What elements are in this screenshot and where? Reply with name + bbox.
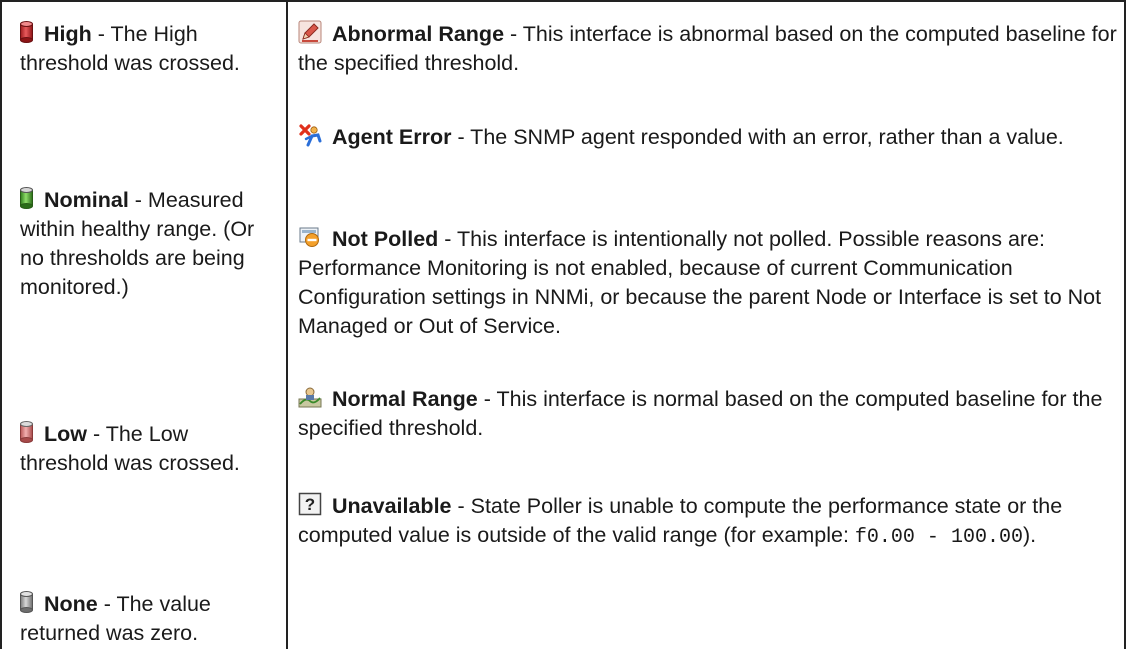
normal-range-icon — [298, 387, 322, 408]
table-top-border — [0, 0, 1126, 2]
agent-error-term: Agent Error — [332, 125, 452, 149]
legend-item-agent-error: Agent Error - The SNMP agent responded w… — [298, 123, 1118, 152]
agent-error-icon — [299, 124, 322, 147]
legend-item-high: High - The High threshold was crossed. — [20, 20, 265, 78]
legend-item-abnormal-range: Abnormal Range - This interface is abnor… — [298, 20, 1118, 78]
legend-item-nominal: Nominal - Measured within healthy range.… — [20, 186, 265, 302]
legend-item-normal-range: Normal Range - This interface is normal … — [298, 385, 1118, 443]
svg-text:?: ? — [305, 495, 315, 514]
none-term: None — [44, 592, 98, 616]
legend-item-low: Low - The Low threshold was crossed. — [20, 420, 265, 478]
not-polled-term: Not Polled — [332, 227, 439, 251]
unavailable-term: Unavailable — [332, 494, 452, 518]
pink-cylinder-icon — [20, 421, 33, 443]
legend-table: High - The High threshold was crossed. N… — [0, 0, 1126, 649]
gray-cylinder-icon — [20, 591, 33, 613]
pencil-icon — [298, 20, 322, 44]
question-icon: ? — [298, 492, 322, 516]
nominal-term: Nominal — [44, 188, 129, 212]
valid-range-code: f0.00 - 100.00 — [854, 526, 1023, 549]
column-divider — [286, 0, 288, 649]
low-term: Low — [44, 422, 87, 446]
not-polled-icon — [299, 227, 319, 247]
unavailable-tail: ). — [1022, 523, 1037, 547]
green-cylinder-icon — [20, 187, 33, 209]
normal-range-term: Normal Range — [332, 387, 478, 411]
agent-error-desc: - The SNMP agent responded with an error… — [451, 125, 1064, 149]
high-term: High — [44, 22, 92, 46]
abnormal-range-term: Abnormal Range — [332, 22, 505, 46]
legend-item-not-polled: Not Polled - This interface is intention… — [298, 225, 1118, 341]
table-left-border — [0, 0, 2, 649]
legend-item-unavailable: ? Unavailable - State Poller is unable t… — [298, 492, 1118, 552]
red-cylinder-icon — [20, 21, 33, 43]
legend-item-none: None - The value returned was zero. — [20, 590, 265, 648]
